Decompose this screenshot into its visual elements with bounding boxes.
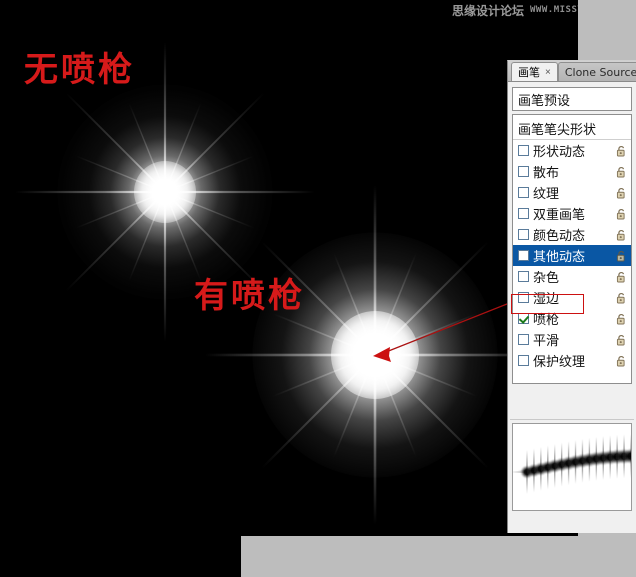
tab-brush-label: 画笔	[518, 66, 540, 79]
brush-option-label: 喷枪	[533, 313, 560, 328]
document-canvas[interactable]: 无喷枪 有喷枪	[0, 0, 578, 536]
brush-option-row[interactable]: 喷枪	[513, 308, 631, 329]
checkbox-icon[interactable]	[518, 208, 529, 219]
brush-presets-label: 画笔预设	[518, 93, 571, 109]
brush-option-label: 平滑	[533, 334, 560, 349]
brush-option-label: 其他动态	[533, 250, 586, 265]
brush-option-row[interactable]: 双重画笔	[513, 203, 631, 224]
checkbox-icon[interactable]	[518, 229, 529, 240]
brush-presets-row[interactable]: 画笔预设	[512, 87, 632, 111]
brush-option-row[interactable]: 保护纹理	[513, 350, 631, 371]
brush-option-row[interactable]: 杂色	[513, 266, 631, 287]
checkbox-icon[interactable]	[518, 334, 529, 345]
brush-stroke-preview-graphic	[513, 434, 631, 494]
unlocked-icon[interactable]	[615, 270, 628, 284]
unlocked-icon[interactable]	[615, 144, 628, 158]
panel-tab-strip: 画笔 × Clone Source	[508, 61, 636, 82]
brush-option-label: 颜色动态	[533, 229, 586, 244]
close-icon[interactable]: ×	[545, 67, 551, 78]
brush-tip-shape-label: 画笔笔尖形状	[518, 122, 597, 138]
checkbox-icon[interactable]	[518, 292, 529, 303]
checkbox-icon[interactable]	[518, 313, 529, 324]
unlocked-icon[interactable]	[615, 228, 628, 242]
unlocked-icon[interactable]	[615, 186, 628, 200]
panel-divider	[510, 419, 634, 420]
brush-option-label: 散布	[533, 166, 560, 181]
unlocked-icon[interactable]	[615, 207, 628, 221]
tab-clone-source[interactable]: Clone Source	[557, 62, 636, 81]
checkbox-icon[interactable]	[518, 145, 529, 156]
star-core	[331, 311, 419, 399]
checkbox-icon[interactable]	[518, 355, 529, 366]
unlocked-icon[interactable]	[615, 249, 628, 263]
checkbox-icon[interactable]	[518, 166, 529, 177]
brush-option-label: 纹理	[533, 187, 560, 202]
brush-option-row[interactable]: 平滑	[513, 329, 631, 350]
tab-brush[interactable]: 画笔 ×	[511, 62, 558, 81]
brush-panel[interactable]: 画笔 × Clone Source 画笔预设 画笔笔尖形状 形状动态散布纹理双重…	[507, 60, 636, 533]
checkbox-icon[interactable]	[518, 250, 529, 261]
tab-clone-source-label: Clone Source	[564, 65, 636, 79]
unlocked-icon[interactable]	[615, 354, 628, 368]
brush-tip-shape-row[interactable]: 画笔笔尖形状	[513, 117, 631, 140]
unlocked-icon[interactable]	[615, 165, 628, 179]
label-with-airbrush: 有喷枪	[194, 276, 305, 316]
brush-options-list[interactable]: 画笔笔尖形状 形状动态散布纹理双重画笔颜色动态其他动态杂色湿边喷枪平滑保护纹理	[512, 114, 632, 384]
brush-option-row[interactable]: 颜色动态	[513, 224, 631, 245]
brush-option-row[interactable]: 纹理	[513, 182, 631, 203]
unlocked-icon[interactable]	[615, 333, 628, 347]
brush-option-row[interactable]: 湿边	[513, 287, 631, 308]
star-core	[134, 161, 196, 223]
brush-stroke-preview	[512, 423, 632, 511]
checkbox-icon[interactable]	[518, 187, 529, 198]
brush-option-label: 形状动态	[533, 145, 586, 160]
brush-option-row[interactable]: 其他动态	[513, 245, 631, 266]
brush-option-label: 保护纹理	[533, 355, 586, 370]
unlocked-icon[interactable]	[615, 291, 628, 305]
brush-option-row[interactable]: 形状动态	[513, 140, 631, 161]
document-canvas-lower	[0, 536, 241, 577]
checkbox-icon[interactable]	[518, 271, 529, 282]
label-no-airbrush: 无喷枪	[24, 50, 135, 90]
panel-body: 画笔预设 画笔笔尖形状 形状动态散布纹理双重画笔颜色动态其他动态杂色湿边喷枪平滑…	[508, 82, 636, 533]
brush-option-label: 湿边	[533, 292, 560, 307]
brush-option-rows: 形状动态散布纹理双重画笔颜色动态其他动态杂色湿边喷枪平滑保护纹理	[513, 140, 631, 371]
unlocked-icon[interactable]	[615, 312, 628, 326]
brush-option-label: 杂色	[533, 271, 560, 286]
photoshop-background-bottom	[241, 536, 636, 577]
brush-option-row[interactable]: 散布	[513, 161, 631, 182]
brush-option-label: 双重画笔	[533, 208, 586, 223]
